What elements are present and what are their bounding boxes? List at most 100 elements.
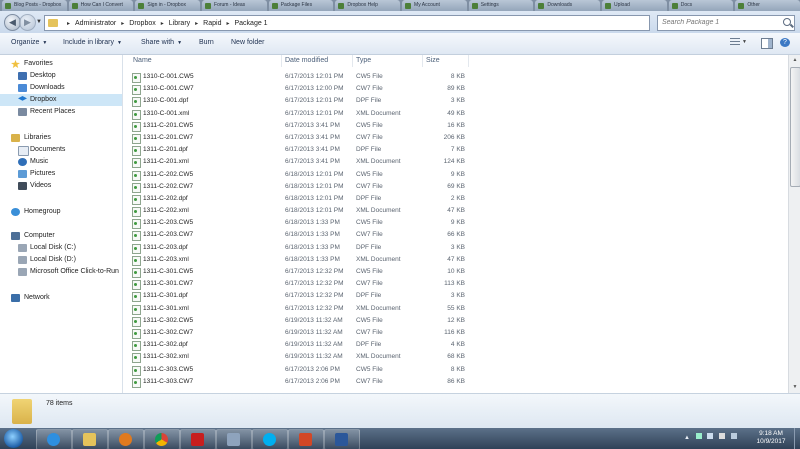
- taskbar-file-explorer[interactable]: [72, 429, 108, 449]
- file-row[interactable]: 1311-C-201.CW7 6/17/2013 3:41 PM CW7 File 2…: [123, 132, 788, 144]
- nav-documents[interactable]: Documents: [0, 144, 122, 156]
- browser-tab[interactable]: How Can I Convert: [68, 0, 134, 11]
- nav-downloads[interactable]: Downloads: [0, 82, 122, 94]
- column-name[interactable]: Name: [133, 57, 152, 64]
- taskbar-word[interactable]: [324, 429, 360, 449]
- browser-tab[interactable]: Other: [735, 0, 800, 11]
- column-divider[interactable]: [468, 55, 469, 67]
- file-row[interactable]: 1311-C-203.dpf 6/18/2013 1:33 PM DPF File 3…: [123, 242, 788, 254]
- taskbar-calculator[interactable]: [216, 429, 252, 449]
- breadcrumb-library[interactable]: Library: [169, 20, 190, 27]
- breadcrumb[interactable]: ▸ Administrator ▸ Dropbox ▸ Library ▸ Ra…: [44, 15, 684, 31]
- file-row[interactable]: 1311-C-202.dpf 6/18/2013 12:01 PM DPF File…: [123, 193, 788, 205]
- system-tray[interactable]: ▲: [684, 433, 737, 441]
- volume-icon[interactable]: [718, 433, 725, 439]
- include-in-library-button[interactable]: Include in library ▼: [63, 39, 122, 46]
- browser-tab[interactable]: Sign in - Dropbox: [135, 0, 201, 11]
- nav-network[interactable]: Network: [0, 292, 122, 304]
- column-date-modified[interactable]: Date modified: [285, 57, 328, 64]
- forward-button[interactable]: ▶: [19, 14, 36, 31]
- show-desktop-button[interactable]: [794, 428, 800, 449]
- file-row[interactable]: 1311-C-301.CW7 6/17/2013 12:32 PM CW7 File…: [123, 278, 788, 291]
- file-row[interactable]: 1311-C-201.CW5 6/17/2013 3:41 PM CW5 File 1…: [123, 120, 788, 132]
- file-row[interactable]: 1311-C-303.CW7 6/17/2013 2:06 PM CW7 File 8…: [123, 376, 788, 388]
- nav-local-disk-d[interactable]: Local Disk (D:): [0, 254, 122, 266]
- taskbar-media-player[interactable]: [108, 429, 144, 449]
- nav-libraries[interactable]: Libraries: [0, 132, 122, 144]
- file-row[interactable]: 1311-C-203.CW7 6/18/2013 1:33 PM CW7 File 6…: [123, 229, 788, 242]
- nav-music[interactable]: Music: [0, 156, 122, 168]
- start-button[interactable]: [4, 429, 23, 448]
- file-row[interactable]: 1311-C-303.CW5 6/17/2013 2:06 PM CW5 File 8…: [123, 364, 788, 376]
- nav-local-disk-c[interactable]: Local Disk (C:): [0, 242, 122, 254]
- taskbar-chrome[interactable]: [144, 429, 180, 449]
- file-row[interactable]: 1310-C-001.xml 6/17/2013 12:01 PM XML Docu…: [123, 108, 788, 120]
- breadcrumb-dropbox[interactable]: Dropbox: [129, 20, 155, 27]
- chevron-right-icon[interactable]: ▸: [195, 20, 198, 27]
- nav-videos[interactable]: Videos: [0, 180, 122, 192]
- search-box[interactable]: [657, 15, 795, 31]
- browser-tab[interactable]: Settings: [468, 0, 534, 11]
- nav-ms-office[interactable]: Microsoft Office Click-to-Run: [0, 266, 122, 278]
- view-options-icon[interactable]: [730, 38, 740, 47]
- nav-computer[interactable]: Computer: [0, 230, 122, 242]
- new-folder-button[interactable]: New folder: [231, 39, 264, 46]
- column-divider[interactable]: [422, 55, 423, 67]
- share-with-button[interactable]: Share with ▼: [141, 39, 182, 46]
- chevron-down-icon[interactable]: ▼: [742, 39, 752, 48]
- taskbar-acrobat[interactable]: [180, 429, 216, 449]
- taskbar-internet-explorer[interactable]: [36, 429, 72, 449]
- nav-favorites[interactable]: Favorites: [0, 58, 122, 70]
- file-row[interactable]: 1311-C-301.dpf 6/17/2013 12:32 PM DPF File…: [123, 290, 788, 303]
- file-row[interactable]: 1311-C-201.dpf 6/17/2013 3:41 PM DPF File 7…: [123, 144, 788, 157]
- taskbar-powerpoint[interactable]: [288, 429, 324, 449]
- chevron-right-icon[interactable]: ▸: [121, 20, 124, 27]
- file-row[interactable]: 1311-C-302.xml 6/19/2013 11:32 AM XML Docu…: [123, 351, 788, 364]
- browser-tab[interactable]: Upload: [602, 0, 667, 11]
- nav-pictures[interactable]: Pictures: [0, 168, 122, 180]
- file-row[interactable]: 1311-C-202.xml 6/18/2013 12:01 PM XML Docu…: [123, 205, 788, 218]
- chevron-right-icon[interactable]: ▸: [226, 20, 229, 27]
- browser-tab[interactable]: Forum - Ideas: [202, 0, 267, 11]
- breadcrumb-rapid[interactable]: Rapid: [203, 20, 221, 27]
- network-icon[interactable]: [707, 433, 714, 439]
- browser-tab[interactable]: Downloads: [535, 0, 601, 11]
- file-row[interactable]: 1311-C-302.CW5 6/19/2013 11:32 AM CW5 File…: [123, 315, 788, 327]
- search-input[interactable]: [658, 16, 780, 28]
- clock[interactable]: 9:18 AM 10/9/2017: [752, 430, 790, 446]
- action-center-icon[interactable]: [695, 433, 702, 439]
- help-icon[interactable]: ?: [780, 38, 790, 47]
- file-row[interactable]: 1311-C-202.CW5 6/18/2013 12:01 PM CW5 File…: [123, 169, 788, 181]
- search-icon[interactable]: [783, 18, 791, 26]
- file-row[interactable]: 1311-C-301.xml 6/17/2013 12:32 PM XML Docu…: [123, 303, 788, 315]
- browser-tab[interactable]: Blog Posts - Dropbox: [2, 0, 67, 11]
- nav-dropbox[interactable]: Dropbox: [0, 94, 122, 106]
- show-hidden-icons-icon[interactable]: ▲: [684, 435, 690, 441]
- file-row[interactable]: 1311-C-202.CW7 6/18/2013 12:01 PM CW7 File…: [123, 181, 788, 193]
- file-row[interactable]: 1311-C-203.CW5 6/18/2013 1:33 PM CW5 File 9…: [123, 217, 788, 230]
- column-size[interactable]: Size: [426, 57, 440, 64]
- chevron-right-icon[interactable]: ▸: [67, 20, 70, 27]
- browser-tab[interactable]: My Account: [402, 0, 467, 11]
- file-row[interactable]: 1311-C-302.CW7 6/19/2013 11:32 AM CW7 File…: [123, 327, 788, 339]
- file-row[interactable]: 1310-C-001.CW5 6/17/2013 12:01 PM CW5 File…: [123, 71, 788, 83]
- file-row[interactable]: 1311-C-203.xml 6/18/2013 1:33 PM XML Docum…: [123, 254, 788, 266]
- file-list[interactable]: Name Date modified Type Size 1310-C-001.…: [123, 55, 788, 393]
- scrollbar-thumb[interactable]: [790, 67, 800, 187]
- breadcrumb-administrator[interactable]: Administrator: [75, 20, 116, 27]
- scroll-up-icon[interactable]: ▲: [789, 55, 800, 66]
- nav-homegroup[interactable]: Homegroup: [0, 206, 122, 218]
- organize-button[interactable]: Organize ▼: [11, 39, 47, 46]
- vertical-scrollbar[interactable]: ▲ ▼: [788, 55, 800, 393]
- breadcrumb-package-1[interactable]: Package 1: [234, 20, 267, 27]
- recent-pages-dropdown-icon[interactable]: ▼: [36, 19, 42, 25]
- file-row[interactable]: 1311-C-201.xml 6/17/2013 3:41 PM XML Docum…: [123, 156, 788, 169]
- burn-button[interactable]: Burn: [199, 39, 214, 46]
- nav-recent-places[interactable]: Recent Places: [0, 106, 122, 118]
- nav-desktop[interactable]: Desktop: [0, 70, 122, 82]
- scroll-down-icon[interactable]: ▼: [789, 382, 800, 393]
- browser-tab[interactable]: Package Files: [268, 0, 334, 11]
- preview-pane-icon[interactable]: [761, 38, 773, 49]
- column-divider[interactable]: [352, 55, 353, 67]
- file-row[interactable]: 1311-C-301.CW5 6/17/2013 12:32 PM CW5 File…: [123, 266, 788, 278]
